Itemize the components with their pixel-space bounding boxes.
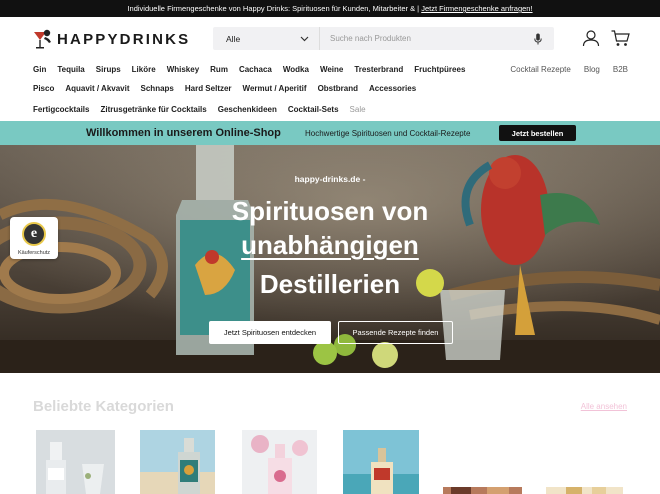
discover-spirits-button[interactable]: Jetzt Spirituosen entdecken bbox=[209, 321, 331, 344]
nav-cocktail-recipes[interactable]: Cocktail Rezepte bbox=[510, 65, 570, 74]
hero-heading-line-2: unabhängigen bbox=[0, 230, 660, 261]
nav-item[interactable]: Schnaps bbox=[141, 84, 174, 93]
logo[interactable]: HAPPYDRINKS bbox=[32, 25, 190, 53]
nav-item[interactable]: Fruchtpürees bbox=[414, 65, 465, 74]
promo-topbar: Individuelle Firmengeschenke von Happy D… bbox=[0, 0, 660, 17]
nav-item-sale[interactable]: Sale bbox=[350, 105, 366, 114]
nav-item[interactable]: Zitrusgetränke für Cocktails bbox=[100, 105, 206, 114]
cocktail-logo-icon bbox=[34, 29, 51, 49]
nav-item[interactable]: Tresterbrand bbox=[354, 65, 403, 74]
nav-item[interactable]: Cocktail-Sets bbox=[288, 105, 339, 114]
promo-link[interactable]: Jetzt Firmengeschenke anfragen! bbox=[421, 4, 532, 13]
order-now-button[interactable]: Jetzt bestellen bbox=[499, 125, 576, 141]
hero-heading-emphasis: unabhängigen bbox=[241, 230, 419, 260]
shopping-cart-icon[interactable] bbox=[609, 27, 631, 49]
nav-item[interactable]: Geschenkideen bbox=[218, 105, 277, 114]
nav-item[interactable]: Pisco bbox=[33, 84, 54, 93]
welcome-title: Willkommen in unserem Online-Shop bbox=[86, 127, 281, 139]
search-bar: Alle bbox=[213, 27, 554, 50]
user-account-icon[interactable] bbox=[580, 27, 602, 49]
nav-row-3: Fertigcocktails Zitrusgetränke für Cockt… bbox=[33, 105, 377, 114]
nav-item[interactable]: Wodka bbox=[283, 65, 309, 74]
tequila-bottle-image bbox=[343, 430, 419, 494]
main-navigation: Gin Tequila Sirups Liköre Whiskey Rum Ca… bbox=[0, 61, 660, 121]
hero-heading-line-1: Spirituosen von bbox=[231, 196, 429, 226]
categories-heading: Beliebte Kategorien bbox=[33, 398, 174, 415]
nav-item[interactable]: Hard Seltzer bbox=[185, 84, 232, 93]
microphone-icon[interactable] bbox=[528, 27, 548, 50]
nav-item[interactable]: Accessories bbox=[369, 84, 416, 93]
nav-item[interactable]: Sirups bbox=[96, 65, 121, 74]
category-tile-liqueur[interactable] bbox=[242, 430, 317, 494]
chevron-down-icon bbox=[300, 36, 309, 41]
nav-row-2: Pisco Aquavit / Akvavit Schnaps Hard Sel… bbox=[33, 84, 427, 93]
nav-item[interactable]: Fertigcocktails bbox=[33, 105, 89, 114]
nav-item[interactable]: Rum bbox=[210, 65, 228, 74]
nav-item[interactable]: Wermut / Aperitif bbox=[243, 84, 307, 93]
trusted-shops-badge[interactable]: Käuferschutz bbox=[10, 217, 58, 259]
hero-banner: happy-drinks.de - Spirituosen von unabhä… bbox=[0, 145, 660, 373]
nav-item[interactable]: Gin bbox=[33, 65, 46, 74]
hero-heading-line-3: Destillerien bbox=[259, 269, 401, 299]
welcome-banner: Willkommen in unserem Online-Shop Hochwe… bbox=[0, 121, 660, 145]
promo-text: Individuelle Firmengeschenke von Happy D… bbox=[127, 4, 420, 13]
find-recipes-button[interactable]: Passende Rezepte finden bbox=[338, 321, 453, 344]
category-tile-gin[interactable] bbox=[36, 430, 115, 494]
nav-item[interactable]: Cachaca bbox=[239, 65, 272, 74]
nav-item[interactable]: Tequila bbox=[57, 65, 84, 74]
nav-item[interactable]: Liköre bbox=[132, 65, 156, 74]
liqueur-bottle-image bbox=[242, 430, 317, 494]
search-category-value: Alle bbox=[226, 33, 241, 44]
nav-secondary: Cocktail Rezepte Blog B2B bbox=[497, 65, 628, 74]
category-tile-tequila[interactable] bbox=[343, 430, 419, 494]
whiskey-image bbox=[443, 487, 522, 494]
gin-bottle-image bbox=[36, 430, 115, 494]
trust-badge-label: Käuferschutz bbox=[17, 250, 51, 256]
header: HAPPYDRINKS Alle bbox=[0, 17, 660, 61]
nav-item[interactable]: Aquavit / Akvavit bbox=[65, 84, 129, 93]
hero-kicker: happy-drinks.de - bbox=[294, 174, 366, 184]
nav-item[interactable]: Weine bbox=[320, 65, 343, 74]
nav-item[interactable]: Obstbrand bbox=[318, 84, 358, 93]
nav-item[interactable]: Whiskey bbox=[167, 65, 199, 74]
syrup-image bbox=[546, 487, 623, 494]
search-category-select[interactable]: Alle bbox=[213, 27, 320, 50]
rum-bottle-image bbox=[140, 430, 215, 494]
category-tile-syrup[interactable] bbox=[546, 484, 623, 494]
welcome-text: Hochwertige Spirituosen und Cocktail-Rez… bbox=[305, 128, 471, 138]
search-input[interactable] bbox=[320, 27, 528, 50]
category-tile-whiskey[interactable] bbox=[443, 484, 522, 494]
category-tile-rum[interactable] bbox=[140, 430, 215, 494]
nav-blog[interactable]: Blog bbox=[584, 65, 600, 74]
view-all-categories-link[interactable]: Alle ansehen bbox=[581, 402, 627, 411]
nav-row-1: Gin Tequila Sirups Liköre Whiskey Rum Ca… bbox=[33, 65, 476, 74]
trusted-shops-seal-icon bbox=[22, 222, 46, 246]
logo-text: HAPPYDRINKS bbox=[57, 30, 191, 48]
nav-b2b[interactable]: B2B bbox=[613, 65, 628, 74]
